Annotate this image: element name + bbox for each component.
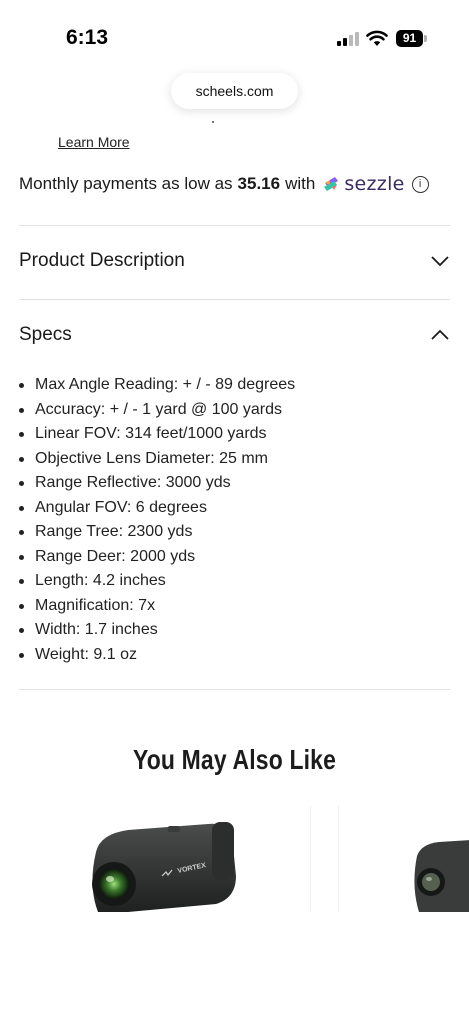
wifi-icon <box>366 30 388 46</box>
spec-item: Objective Lens Diameter: 25 mm <box>18 447 295 472</box>
loading-indicator <box>212 121 214 123</box>
sezzle-logo-icon <box>324 177 339 191</box>
payment-amount: 35.16 <box>237 174 281 193</box>
payment-with: with <box>285 174 316 193</box>
divider <box>19 689 450 690</box>
spec-item: Weight: 9.1 oz <box>18 643 295 668</box>
spec-item: Length: 4.2 inches <box>18 569 295 594</box>
spec-item: Range Reflective: 3000 yds <box>18 471 295 496</box>
rangefinder-product-image <box>414 840 469 912</box>
specs-toggle[interactable]: Specs <box>19 320 450 350</box>
spec-item: Max Angle Reading: + / - 89 degrees <box>18 373 295 398</box>
sezzle-wordmark: sezzle <box>344 173 405 195</box>
info-icon[interactable]: i <box>411 175 429 193</box>
divider <box>19 299 450 300</box>
product-card[interactable] <box>338 806 469 912</box>
status-time: 6:13 <box>66 26 109 49</box>
spec-item: Linear FOV: 314 feet/1000 yards <box>18 422 295 447</box>
spec-item: Accuracy: + / - 1 yard @ 100 yards <box>18 398 295 423</box>
cellular-signal-icon <box>337 32 359 46</box>
spec-item: Width: 1.7 inches <box>18 618 295 643</box>
battery-level: 91 <box>396 30 423 47</box>
spec-item: Angular FOV: 6 degrees <box>18 496 295 521</box>
url-bar[interactable]: scheels.com <box>171 73 298 109</box>
chevron-down-icon <box>431 256 449 267</box>
battery-icon: 91 <box>396 30 428 47</box>
spec-item: Range Deer: 2000 yds <box>18 545 295 570</box>
product-description-toggle[interactable]: Product Description <box>19 246 450 276</box>
specs-title: Specs <box>19 324 72 345</box>
payment-prefix: Monthly payments as low as <box>19 174 233 193</box>
rangefinder-product-image: VORTEX <box>92 822 236 912</box>
chevron-up-icon <box>431 329 449 340</box>
product-description-title: Product Description <box>19 250 185 271</box>
spec-item: Range Tree: 2300 yds <box>18 520 295 545</box>
status-bar: 6:13 91 <box>0 0 469 70</box>
sezzle-payment-row[interactable]: Monthly payments as low as 35.16 with se… <box>19 173 429 195</box>
product-card[interactable]: VORTEX <box>28 806 311 912</box>
recommendations-heading: You May Also Like <box>132 744 337 775</box>
divider <box>19 225 450 226</box>
learn-more-link[interactable]: Learn More <box>58 134 130 150</box>
spec-item: Magnification: 7x <box>18 594 295 619</box>
bottom-blank-area <box>0 912 469 1020</box>
specs-list: Max Angle Reading: + / - 89 degrees Accu… <box>18 373 295 668</box>
